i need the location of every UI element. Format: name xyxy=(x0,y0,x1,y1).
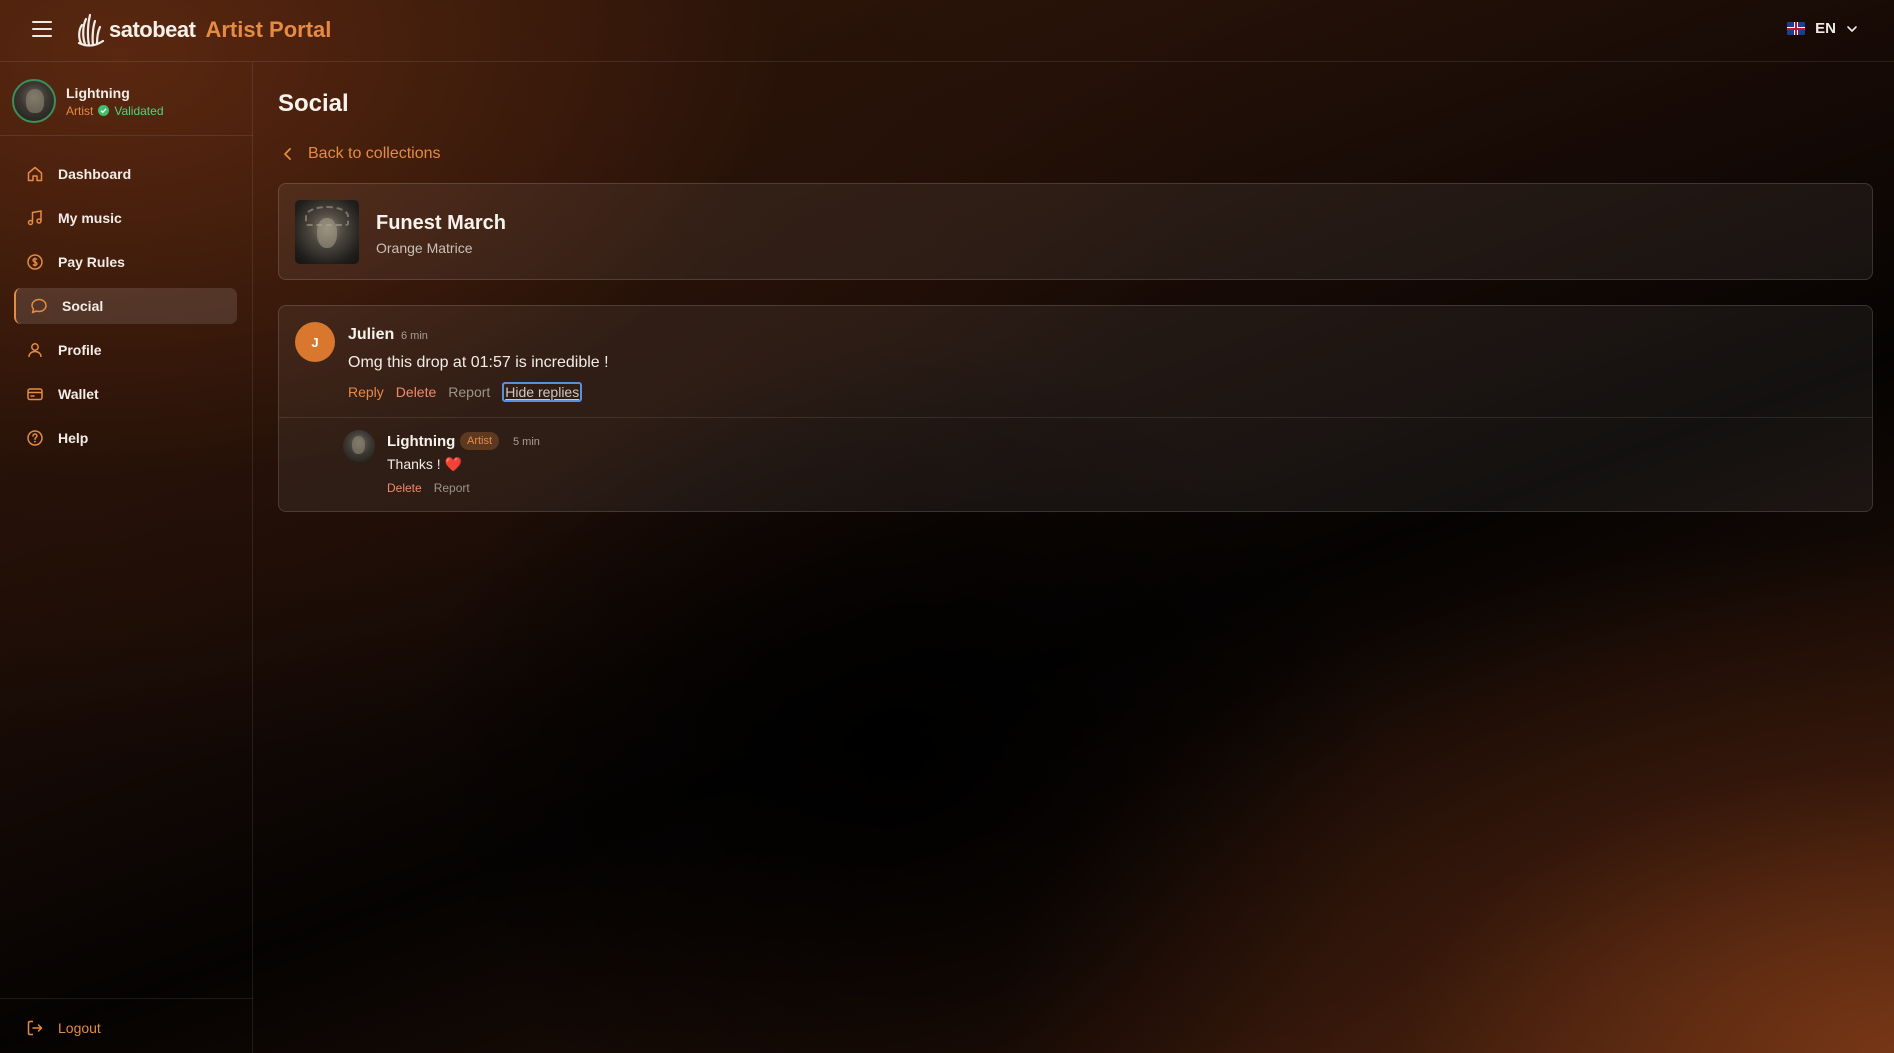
music-note-icon xyxy=(27,210,42,226)
sidebar-item-social[interactable]: Social xyxy=(14,288,237,324)
collection-title: Funest March xyxy=(376,212,507,234)
portal-title: Artist Portal xyxy=(205,17,332,42)
chevron-left-icon xyxy=(284,148,291,160)
logout-label: Logout xyxy=(58,1020,101,1036)
check-circle-icon xyxy=(98,105,110,116)
chat-bubble-icon xyxy=(31,298,47,314)
sidebar-item-label: Social xyxy=(62,298,104,314)
sidebar-item-pay-rules[interactable]: Pay Rules xyxy=(14,244,237,280)
logout-button[interactable]: Logout xyxy=(26,1019,101,1037)
user-name: Lightning xyxy=(66,84,130,101)
back-link-label: Back to collections xyxy=(308,145,441,162)
reply-actions: Delete Report xyxy=(387,481,470,495)
sidebar-item-label: Dashboard xyxy=(58,166,132,182)
page-title: Social xyxy=(278,90,349,117)
delete-button[interactable]: Delete xyxy=(387,481,422,495)
comment-actions: Reply Delete Report Hide replies xyxy=(348,382,583,402)
hamburger-icon[interactable] xyxy=(32,21,52,41)
dollar-circle-icon xyxy=(27,254,43,270)
back-to-collections-link[interactable]: Back to collections xyxy=(280,145,441,163)
comment-timestamp: 6 min xyxy=(401,330,428,342)
reply-button[interactable]: Reply xyxy=(348,384,384,400)
sidebar-nav: Dashboard My music Pay Rules Social Prof… xyxy=(14,156,237,464)
report-button[interactable]: Report xyxy=(448,384,490,400)
reply-author: Lightning xyxy=(387,433,456,450)
user-card[interactable]: Lightning Artist Validated xyxy=(12,76,242,126)
divider xyxy=(0,998,253,999)
sidebar-item-wallet[interactable]: Wallet xyxy=(14,376,237,412)
sidebar-item-label: Profile xyxy=(58,342,102,358)
sidebar-item-my-music[interactable]: My music xyxy=(14,200,237,236)
avatar xyxy=(343,430,375,462)
satobeat-logo-icon xyxy=(77,13,105,47)
user-status: Validated xyxy=(114,103,164,118)
sidebar-item-label: Wallet xyxy=(58,386,99,402)
delete-button[interactable]: Delete xyxy=(396,384,436,400)
avatar xyxy=(12,79,56,123)
wallet-icon xyxy=(27,388,43,401)
reply-text: Thanks ! ❤️ xyxy=(387,456,463,472)
comment-text: Omg this drop at 01:57 is incredible ! xyxy=(348,354,609,371)
user-role: Artist xyxy=(66,103,94,118)
reply-timestamp: 5 min xyxy=(513,436,540,448)
sidebar-item-help[interactable]: Help xyxy=(14,420,237,456)
logo[interactable]: satobeat Artist Portal xyxy=(76,13,331,47)
user-icon xyxy=(28,343,42,358)
collection-artist: Orange Matrice xyxy=(376,240,473,256)
sidebar-item-profile[interactable]: Profile xyxy=(14,332,237,368)
home-icon xyxy=(27,166,43,182)
sidebar-item-label: Help xyxy=(58,430,89,446)
divider xyxy=(279,417,1872,418)
sidebar-item-dashboard[interactable]: Dashboard xyxy=(14,156,237,192)
divider xyxy=(0,135,253,136)
chevron-down-icon xyxy=(1847,25,1857,32)
hide-replies-button[interactable]: Hide replies xyxy=(502,382,583,402)
language-selector[interactable]: EN xyxy=(1787,20,1858,37)
report-button[interactable]: Report xyxy=(434,481,470,495)
logo-wordmark: satobeat xyxy=(109,17,196,42)
uk-flag-icon xyxy=(1787,22,1806,35)
collection-card: Funest March Orange Matrice xyxy=(278,183,1873,280)
sidebar-item-label: My music xyxy=(58,210,122,226)
comment-thread: J Julien 6 min Omg this drop at 01:57 is… xyxy=(278,305,1873,512)
language-code: EN xyxy=(1815,20,1836,37)
collection-cover-image xyxy=(295,200,359,264)
avatar: J xyxy=(295,322,335,362)
artist-badge: Artist xyxy=(460,432,500,450)
sidebar: Lightning Artist Validated Dashboard My … xyxy=(0,62,253,1053)
help-circle-icon xyxy=(27,430,43,446)
logout-icon xyxy=(27,1020,43,1036)
sidebar-item-label: Pay Rules xyxy=(58,254,125,270)
comment-author: Julien xyxy=(348,326,395,343)
top-bar: satobeat Artist Portal EN xyxy=(0,0,1894,62)
